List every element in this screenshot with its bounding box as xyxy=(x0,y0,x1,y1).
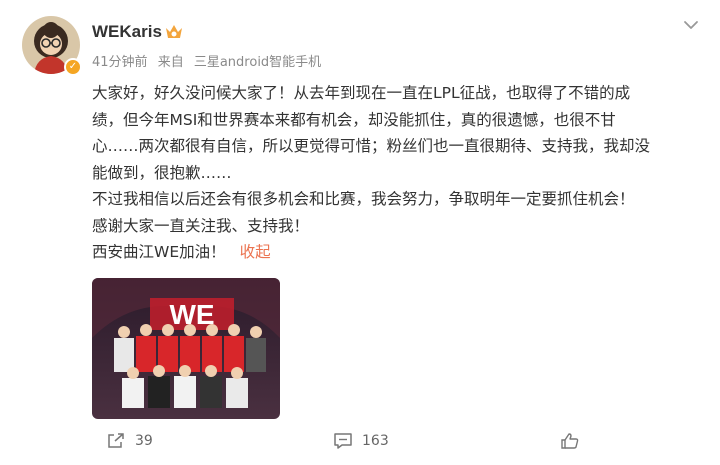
weibo-post-card: ✓ WEKaris 41分钟前 来自 三星android智能手机 大家好，好久没… xyxy=(0,0,720,465)
post-meta: 41分钟前 来自 三星android智能手机 xyxy=(92,51,327,70)
source-label: 来自 xyxy=(157,55,184,70)
post-source: 三星android智能手机 xyxy=(193,55,322,70)
comment-button[interactable]: 163 xyxy=(333,432,389,450)
collapse-button[interactable]: 收起 xyxy=(240,243,271,261)
post-line: 能做到，很抱歉…… xyxy=(92,163,232,182)
verified-icon: ✓ xyxy=(64,58,82,76)
username[interactable]: WEKaris xyxy=(92,22,162,42)
post-content: 大家好，好久没问候大家了！从去年到现在一直在LPL征战，也取得了不错的成 绩，但… xyxy=(92,80,692,266)
comment-icon xyxy=(334,433,352,449)
post-line-last: 西安曲江WE加油！ 收起 xyxy=(92,239,692,266)
repost-button[interactable]: 39 xyxy=(106,432,153,450)
like-button[interactable] xyxy=(560,432,589,450)
post-line: 西安曲江WE加油！ xyxy=(92,243,226,261)
post-line: 心……两次都很有自信，所以更觉得可惜；粉丝们也一直很期待、支持我，我却没 xyxy=(92,137,651,155)
comment-count: 163 xyxy=(362,433,389,449)
team-photo[interactable]: WE xyxy=(92,278,280,419)
avatar-container[interactable]: ✓ xyxy=(22,16,82,76)
vip-badge-icon[interactable] xyxy=(164,23,184,41)
post-line: 感谢大家一直关注我、支持我！ xyxy=(92,216,310,235)
repost-icon xyxy=(108,433,124,448)
post-line: 大家好，好久没问候大家了！从去年到现在一直在LPL征战，也取得了不错的成 xyxy=(92,84,631,102)
chevron-down-icon[interactable] xyxy=(682,16,700,34)
repost-count: 39 xyxy=(135,433,153,449)
like-icon xyxy=(561,433,579,449)
post-line: 不过我相信以后还会有很多机会和比赛，我会努力，争取明年一定要抓住机会！ xyxy=(92,190,635,208)
post-time[interactable]: 41分钟前 xyxy=(92,55,148,70)
post-line: 绩，但今年MSI和世界赛本来都有机会，却没能抓住，真的很遗憾，也很不甘 xyxy=(92,110,616,129)
